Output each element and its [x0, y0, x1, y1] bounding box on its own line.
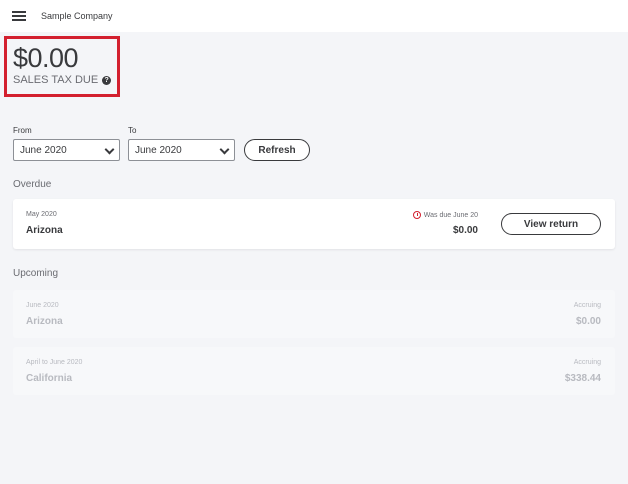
- return-state: California: [26, 373, 73, 384]
- return-status-text: Was due June 20: [423, 211, 478, 219]
- return-status: Accruing: [573, 302, 601, 309]
- refresh-button[interactable]: Refresh: [244, 139, 310, 161]
- sales-tax-page: Sample Company $0.00 SALES TAX DUE ? Fro…: [0, 0, 628, 484]
- overdue-section-title: Overdue: [13, 179, 52, 190]
- return-status: Was due June 20: [412, 211, 478, 219]
- return-amount: $0.00: [575, 316, 601, 327]
- return-state: Arizona: [26, 225, 63, 236]
- return-period: May 2020: [26, 211, 57, 218]
- from-label: From: [13, 126, 32, 135]
- return-period: April to June 2020: [26, 359, 83, 366]
- return-period: June 2020: [26, 302, 59, 309]
- chevron-down-icon: [104, 144, 115, 155]
- upcoming-return-card: April to June 2020 California Accruing $…: [13, 347, 615, 395]
- help-icon[interactable]: ?: [102, 75, 112, 85]
- upcoming-section-title: Upcoming: [13, 268, 59, 279]
- sales-tax-due-text: SALES TAX DUE: [13, 74, 99, 86]
- sales-tax-due-label: SALES TAX DUE ?: [13, 74, 112, 86]
- company-name: Sample Company: [41, 11, 113, 21]
- overdue-return-card: May 2020 Arizona Was due June 20 $0.00 V…: [13, 199, 615, 249]
- to-select-value: June 2020: [135, 144, 182, 156]
- top-bar: Sample Company: [0, 0, 628, 32]
- clock-icon: [412, 211, 421, 219]
- chevron-down-icon: [219, 144, 230, 155]
- from-select-value: June 2020: [20, 144, 67, 156]
- return-amount: $0.00: [452, 225, 478, 236]
- upcoming-return-card: June 2020 Arizona Accruing $0.00: [13, 290, 615, 338]
- menu-icon[interactable]: [12, 11, 26, 21]
- to-select[interactable]: June 2020: [128, 139, 235, 161]
- sales-tax-due-amount: $0.00: [13, 43, 79, 73]
- return-state: Arizona: [26, 316, 63, 327]
- return-status: Accruing: [573, 359, 601, 366]
- from-select[interactable]: June 2020: [13, 139, 120, 161]
- view-return-button[interactable]: View return: [501, 213, 601, 235]
- to-label: To: [128, 126, 137, 135]
- return-amount: $338.44: [564, 373, 601, 384]
